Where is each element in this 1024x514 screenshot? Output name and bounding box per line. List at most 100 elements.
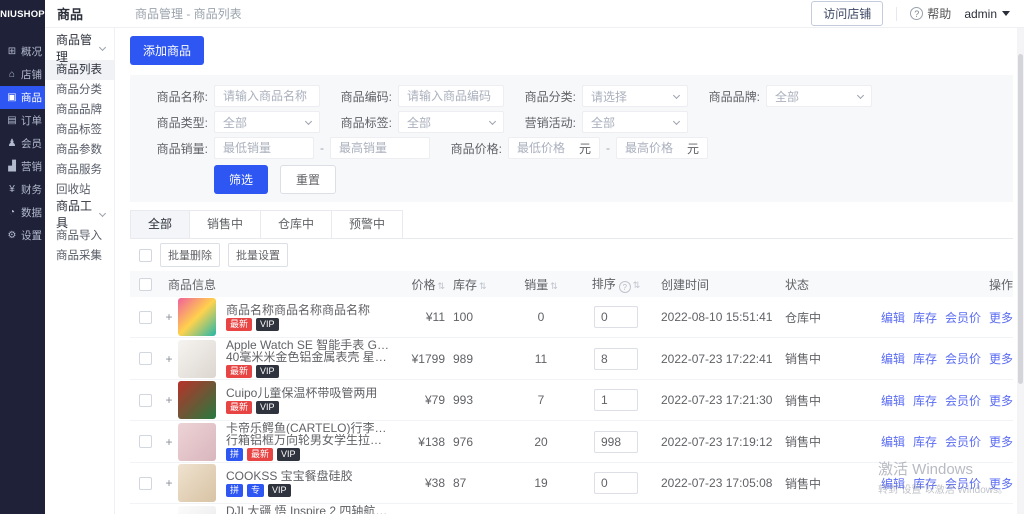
sales-range-min-input[interactable] bbox=[223, 141, 305, 155]
action-more-link[interactable]: 更多 bbox=[989, 477, 1013, 491]
scrollbar-thumb[interactable] bbox=[1018, 54, 1023, 384]
sidebar-item-orders[interactable]: ▤订单 bbox=[0, 109, 45, 132]
sidebar-item-shop[interactable]: ⌂店铺 bbox=[0, 63, 45, 86]
sort-input[interactable] bbox=[594, 472, 638, 494]
price-range-min-input-box[interactable]: 元 bbox=[508, 137, 600, 159]
sidebar-item-overview[interactable]: ⊞概况 bbox=[0, 40, 45, 63]
submenu-item[interactable]: 商品标签 bbox=[45, 120, 114, 140]
submenu-item[interactable]: 商品列表 bbox=[45, 60, 114, 80]
goods-type-select[interactable]: 全部 bbox=[214, 111, 320, 133]
action-edit-link[interactable]: 编辑 bbox=[881, 352, 905, 366]
submenu-item[interactable]: 商品品牌 bbox=[45, 100, 114, 120]
price-range-max-input[interactable] bbox=[625, 141, 683, 155]
select-all-checkbox[interactable] bbox=[139, 249, 152, 262]
action-more-link[interactable]: 更多 bbox=[989, 394, 1013, 408]
action-stock-link[interactable]: 库存 bbox=[913, 394, 937, 408]
action-edit-link[interactable]: 编辑 bbox=[881, 435, 905, 449]
row-checkbox[interactable] bbox=[139, 311, 152, 324]
tab-selling[interactable]: 销售中 bbox=[190, 210, 261, 238]
submenu-item[interactable]: 商品服务 bbox=[45, 160, 114, 180]
user-menu[interactable]: admin bbox=[964, 7, 1010, 21]
action-edit-link[interactable]: 编辑 bbox=[881, 311, 905, 325]
tab-all[interactable]: 全部 bbox=[130, 210, 190, 238]
product-name[interactable]: DJI 大疆 悟 Inspire 2 四轴航拍飞 bbox=[226, 505, 389, 514]
marketing-activity-select[interactable]: 全部 bbox=[582, 111, 688, 133]
bulk-delete-button[interactable]: 批量删除 bbox=[160, 243, 220, 267]
sidebar-item-data[interactable]: ◔数据 bbox=[0, 201, 45, 224]
row-checkbox[interactable] bbox=[139, 477, 152, 490]
sort-input[interactable] bbox=[594, 389, 638, 411]
sidebar-item-finance[interactable]: ¥财务 bbox=[0, 178, 45, 201]
filter-reset-button[interactable]: 重置 bbox=[280, 165, 336, 194]
action-edit-link[interactable]: 编辑 bbox=[881, 477, 905, 491]
sales-range-min-input-box[interactable] bbox=[214, 137, 314, 159]
sidebar-item-settings[interactable]: ⚙设置 bbox=[0, 224, 45, 247]
sidebar-item-goods[interactable]: ▣商品 bbox=[0, 86, 45, 109]
submenu-group-goods-manage[interactable]: 商品管理 bbox=[45, 36, 114, 60]
product-name[interactable]: 行箱铝框万向轮男女学生拉杆箱... bbox=[226, 434, 389, 446]
action-stock-link[interactable]: 库存 bbox=[913, 435, 937, 449]
sidebar-item-members[interactable]: ♟会员 bbox=[0, 132, 45, 155]
sort-input[interactable] bbox=[594, 306, 638, 328]
product-name[interactable]: Apple Watch SE 智能手表 GPS款 bbox=[226, 339, 389, 351]
bulk-set-button[interactable]: 批量设置 bbox=[228, 243, 288, 267]
action-edit-link[interactable]: 编辑 bbox=[881, 394, 905, 408]
sort-icon[interactable]: ⇅ bbox=[437, 281, 445, 291]
goods-name-input[interactable] bbox=[223, 89, 311, 103]
goods-category-select[interactable]: 请选择 bbox=[582, 85, 688, 107]
action-stock-link[interactable]: 库存 bbox=[913, 311, 937, 325]
row-checkbox[interactable] bbox=[139, 352, 152, 365]
expand-icon[interactable]: + bbox=[160, 352, 178, 366]
goods-name-input-box[interactable] bbox=[214, 85, 320, 107]
row-checkbox[interactable] bbox=[139, 435, 152, 448]
goods-code-input[interactable] bbox=[407, 89, 495, 103]
action-more-link[interactable]: 更多 bbox=[989, 435, 1013, 449]
sort-help-icon[interactable]: ? bbox=[619, 281, 631, 293]
help-button[interactable]: ? 帮助 bbox=[910, 5, 951, 22]
action-stock-link[interactable]: 库存 bbox=[913, 352, 937, 366]
expand-icon[interactable]: + bbox=[160, 435, 178, 449]
product-name[interactable]: 商品名称商品名称商品名称 bbox=[226, 304, 389, 316]
goods-code-input-box[interactable] bbox=[398, 85, 504, 107]
action-member-price-link[interactable]: 会员价 bbox=[945, 394, 981, 408]
action-member-price-link[interactable]: 会员价 bbox=[945, 477, 981, 491]
action-more-link[interactable]: 更多 bbox=[989, 311, 1013, 325]
action-member-price-link[interactable]: 会员价 bbox=[945, 435, 981, 449]
action-member-price-link[interactable]: 会员价 bbox=[945, 352, 981, 366]
add-product-button[interactable]: 添加商品 bbox=[130, 36, 204, 65]
expand-icon[interactable]: + bbox=[160, 310, 178, 324]
visit-shop-button[interactable]: 访问店铺 bbox=[811, 1, 883, 26]
price-range-min-input[interactable] bbox=[517, 141, 575, 155]
product-name[interactable]: COOKSS 宝宝餐盘硅胶 bbox=[226, 470, 389, 482]
submenu-item[interactable]: 商品参数 bbox=[45, 140, 114, 160]
row-checkbox[interactable] bbox=[139, 394, 152, 407]
submenu-group-goods-tools[interactable]: 商品工具 bbox=[45, 202, 114, 226]
sort-input[interactable] bbox=[594, 431, 638, 453]
filter-submit-button[interactable]: 筛选 bbox=[214, 165, 268, 194]
product-name[interactable]: 40毫米米金色铝金属表壳 星光... bbox=[226, 351, 389, 363]
header-checkbox[interactable] bbox=[139, 278, 152, 291]
tab-warning[interactable]: 预警中 bbox=[332, 210, 403, 238]
sales-range-max-input[interactable] bbox=[339, 141, 421, 155]
price-range-max-input-box[interactable]: 元 bbox=[616, 137, 708, 159]
sort-icon[interactable]: ⇅ bbox=[633, 280, 641, 290]
action-member-price-link[interactable]: 会员价 bbox=[945, 311, 981, 325]
product-name[interactable]: Cuipo儿童保温杯带吸管两用 bbox=[226, 387, 389, 399]
sort-icon[interactable]: ⇅ bbox=[479, 281, 487, 291]
sort-input[interactable] bbox=[594, 348, 638, 370]
sales-range-max-input-box[interactable] bbox=[330, 137, 430, 159]
sidebar-item-marketing[interactable]: ▟营销 bbox=[0, 155, 45, 178]
action-stock-link[interactable]: 库存 bbox=[913, 477, 937, 491]
product-name[interactable]: 卡帝乐鳄鱼(CARTELO)行李箱旅 bbox=[226, 422, 389, 434]
tab-warehouse[interactable]: 仓库中 bbox=[261, 210, 332, 238]
scrollbar[interactable] bbox=[1017, 28, 1024, 514]
goods-brand-select[interactable]: 全部 bbox=[766, 85, 872, 107]
sort-icon[interactable]: ⇅ bbox=[550, 281, 558, 291]
expand-icon[interactable]: + bbox=[160, 393, 178, 407]
submenu-item[interactable]: 商品导入 bbox=[45, 226, 114, 246]
goods-label-select[interactable]: 全部 bbox=[398, 111, 504, 133]
expand-icon[interactable]: + bbox=[160, 476, 178, 490]
action-more-link[interactable]: 更多 bbox=[989, 352, 1013, 366]
submenu-item[interactable]: 商品分类 bbox=[45, 80, 114, 100]
submenu-item[interactable]: 商品采集 bbox=[45, 246, 114, 266]
